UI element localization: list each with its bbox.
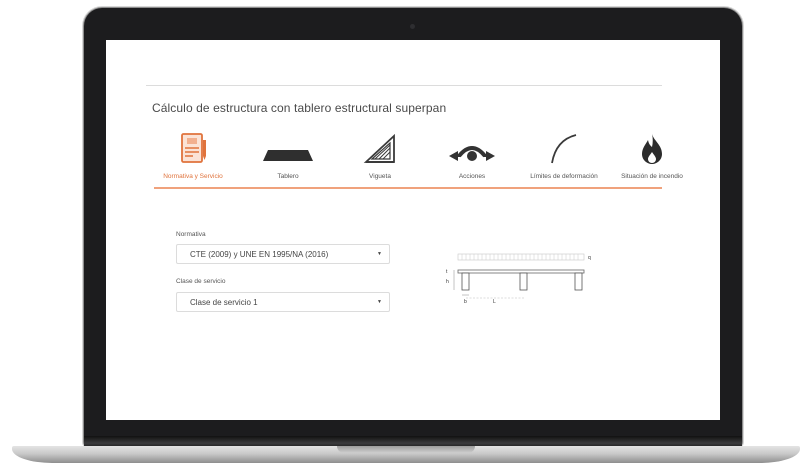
document-certificate-icon [151,132,235,166]
page-title: Cálculo de estructura con tablero estruc… [152,101,447,115]
tab-limites-deformacion[interactable]: Límites de deformación [522,130,606,186]
deflection-curve-icon [522,132,606,166]
tab-normativa-servicio[interactable]: Normativa y Servicio [151,130,235,186]
board-icon [246,132,330,166]
laptop-base-notch [337,446,475,453]
tab-label: Tablero [277,173,299,180]
tab-label: Límites de deformación [530,173,598,180]
clase-servicio-select-value: Clase de servicio 1 [190,298,258,307]
tab-vigueta[interactable]: Vigueta [338,130,422,186]
tab-active-indicator [154,187,662,189]
diagram-label-q: q [588,255,591,261]
tab-bar: Normativa y Servicio Tablero Vigueta Acc… [151,130,683,192]
load-arrows-icon [430,132,514,166]
chevron-down-icon: ▼ [377,251,382,257]
fire-icon [610,132,694,166]
normativa-select-value: CTE (2009) y UNE EN 1995/NA (2016) [190,250,329,259]
diagram-label-h: h [446,279,449,285]
header-divider [146,85,662,86]
tab-acciones[interactable]: Acciones [430,130,514,186]
structure-diagram: q t h b L [440,250,600,319]
tab-label: Normativa y Servicio [163,173,223,180]
normativa-select[interactable]: CTE (2009) y UNE EN 1995/NA (2016) ▼ [176,244,390,264]
chevron-down-icon: ▼ [377,299,382,305]
tab-label: Vigueta [369,173,391,180]
diagram-label-L: L [493,299,496,305]
tab-label: Situación de incendio [621,173,683,180]
app-screen: Cálculo de estructura con tablero estruc… [106,40,720,420]
truss-icon [338,132,422,166]
clase-servicio-select[interactable]: Clase de servicio 1 ▼ [176,292,390,312]
tab-situacion-incendio[interactable]: Situación de incendio [610,130,694,186]
diagram-label-b: b [464,299,467,305]
clase-servicio-label: Clase de servicio [176,278,226,285]
tab-tablero[interactable]: Tablero [246,130,330,186]
normativa-label: Normativa [176,231,206,238]
diagram-label-t: t [446,269,448,275]
tab-label: Acciones [458,173,486,180]
camera-icon [410,24,415,29]
